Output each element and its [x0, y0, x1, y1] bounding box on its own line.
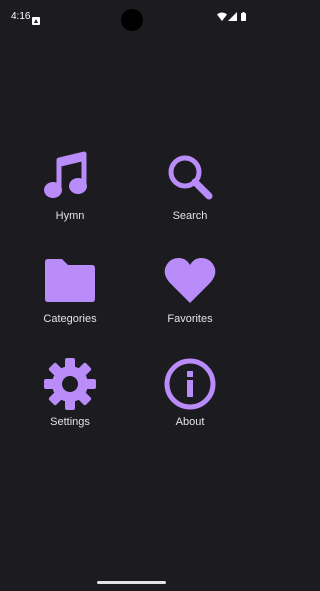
heart-icon — [162, 253, 218, 309]
menu-item-label: About — [175, 416, 205, 428]
status-time: 4:16 — [11, 11, 31, 22]
gear-icon — [42, 356, 98, 412]
menu-item-about[interactable]: About — [135, 356, 245, 446]
camera-cutout — [121, 9, 143, 31]
music-note-icon — [42, 150, 98, 206]
menu-item-label: Settings — [50, 416, 90, 428]
notification-icon — [32, 12, 40, 25]
menu-item-favorites[interactable]: Favorites — [135, 253, 245, 343]
gesture-nav-handle[interactable] — [97, 581, 166, 584]
menu-item-hymn[interactable]: Hymn — [15, 150, 125, 240]
battery-icon — [241, 12, 246, 21]
status-icons — [217, 12, 247, 21]
info-icon — [162, 356, 218, 412]
menu-item-settings[interactable]: Settings — [15, 356, 125, 446]
menu-item-label: Hymn — [55, 210, 85, 222]
wifi-icon — [217, 12, 227, 21]
menu-item-label: Categories — [43, 313, 97, 325]
folder-icon — [42, 253, 98, 309]
search-icon — [162, 150, 218, 206]
menu-item-label: Search — [172, 210, 208, 222]
menu-item-categories[interactable]: Categories — [15, 253, 125, 343]
menu-item-search[interactable]: Search — [135, 150, 245, 240]
menu-item-label: Favorites — [167, 313, 213, 325]
signal-icon — [228, 12, 237, 21]
status-bar: 4:16 — [0, 0, 263, 32]
